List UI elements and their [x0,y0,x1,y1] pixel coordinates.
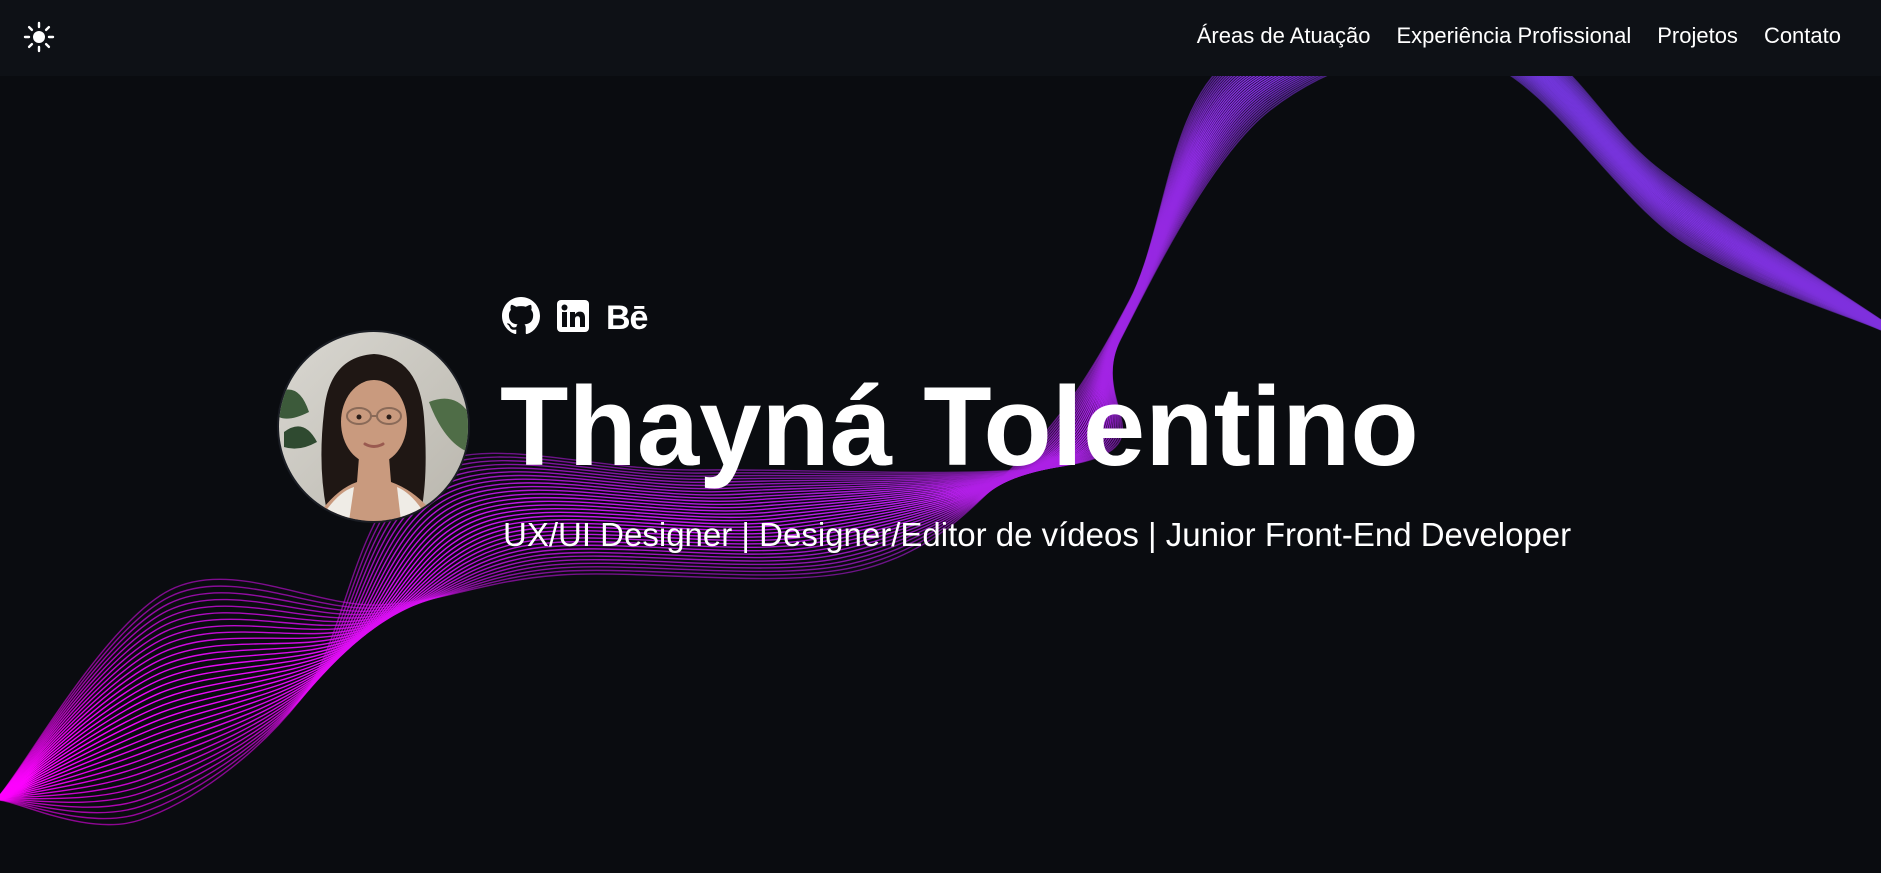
github-link[interactable] [502,296,540,340]
main-nav: Áreas de Atuação Experiência Profissiona… [1197,0,1841,72]
social-links: Bē [502,296,648,340]
profile-photo [279,332,468,521]
avatar [277,330,470,523]
theme-toggle-button[interactable] [22,20,56,54]
top-navbar: Áreas de Atuação Experiência Profissiona… [0,0,1881,76]
linkedin-link[interactable] [556,299,590,338]
nav-link-experiencia[interactable]: Experiência Profissional [1396,23,1631,49]
sun-icon [23,21,55,53]
behance-icon: Bē [606,299,648,337]
nav-link-contato[interactable]: Contato [1764,23,1841,49]
github-icon [502,296,540,334]
hero-section: Bē Thayná Tolentino UX/UI Designer | Des… [0,0,1881,873]
linkedin-icon [557,299,589,332]
behance-link[interactable]: Bē [606,298,648,338]
page: Áreas de Atuação Experiência Profissiona… [0,0,1881,873]
hero-name: Thayná Tolentino [500,364,1419,489]
nav-link-areas[interactable]: Áreas de Atuação [1197,23,1371,49]
nav-link-projetos[interactable]: Projetos [1657,23,1738,49]
hero-tagline: UX/UI Designer | Designer/Editor de víde… [503,516,1572,553]
